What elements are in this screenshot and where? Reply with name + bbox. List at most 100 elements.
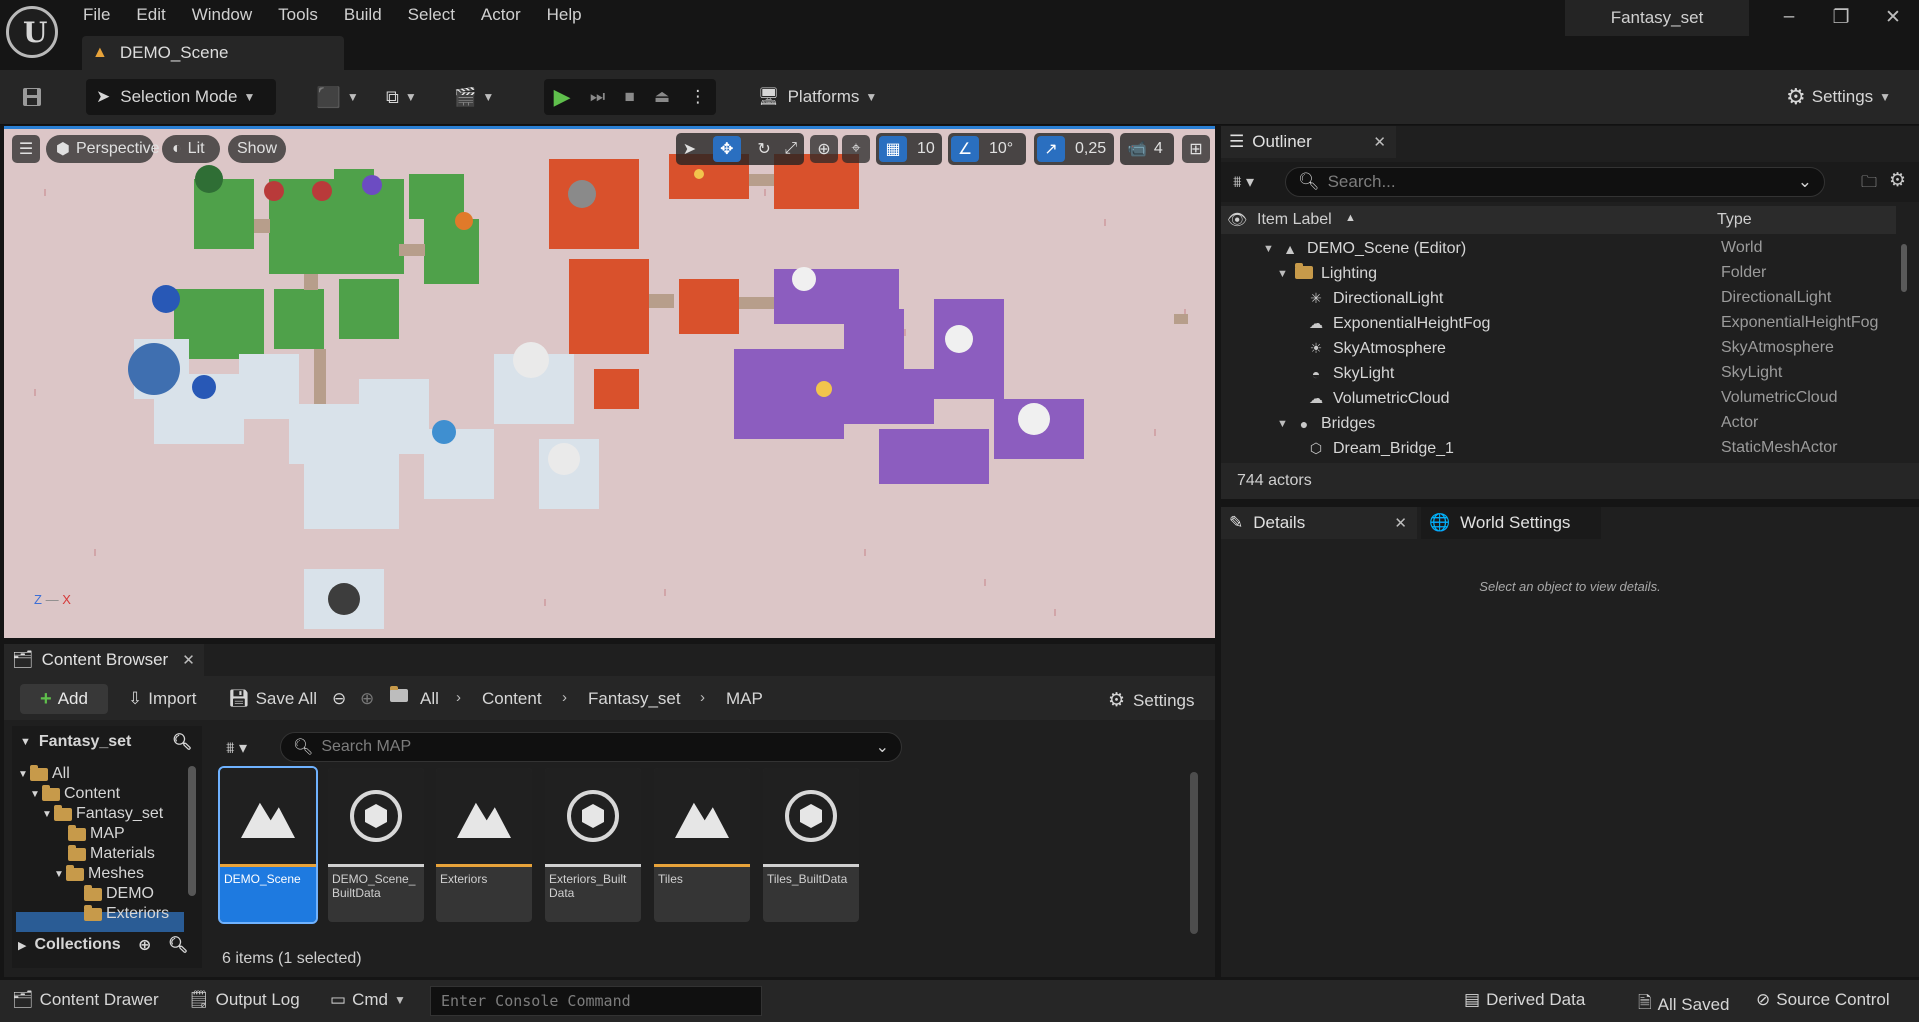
tree-row[interactable]: ☁ VolumetricCloud VolumetricCloud <box>1221 386 1896 411</box>
layout-icon[interactable]: ⊞ <box>1182 135 1210 163</box>
tree-row[interactable]: ⬡ Dream_Bridge_1 StaticMeshActor <box>1221 436 1896 461</box>
back-icon[interactable]: ⊖ <box>332 689 346 709</box>
scale-snap[interactable]: ↗ 0,25 <box>1034 133 1114 165</box>
world-settings-tab[interactable]: 🌐 World Settings <box>1421 507 1601 539</box>
platforms-button[interactable]: 🖥 Platforms ▼ <box>758 79 877 115</box>
close-icon[interactable]: ✕ <box>182 651 195 669</box>
close-icon[interactable]: ✕ <box>1394 514 1407 532</box>
blueprints-button[interactable]: ⧉ ▼ <box>386 79 417 115</box>
tree-header[interactable]: ▼ Fantasy_set 🔍︎ <box>12 726 202 758</box>
breadcrumb-fantasy-set[interactable]: Fantasy_set <box>588 689 681 709</box>
show-button[interactable]: Show <box>228 135 286 163</box>
tree-item-materials[interactable]: Materials <box>68 844 155 864</box>
content-browser-tab[interactable]: 🗂 Content Browser ✕ <box>4 644 204 676</box>
source-control-button[interactable]: ⊘ Source Control <box>1756 990 1890 1010</box>
asset-tile-tiles[interactable]: Tiles <box>654 768 750 922</box>
close-icon[interactable]: ✕ <box>1875 6 1911 29</box>
folder-icon[interactable] <box>390 686 412 702</box>
tree-row[interactable]: ✳ DirectionalLight DirectionalLight <box>1221 286 1896 311</box>
settings-button[interactable]: ⚙ Settings ▼ <box>1786 79 1891 115</box>
breadcrumb-all[interactable]: All <box>420 689 439 709</box>
viewport-menu-icon[interactable]: ☰ <box>12 135 40 163</box>
breadcrumb-content[interactable]: Content <box>482 689 542 709</box>
camera-speed[interactable]: 📹 4 <box>1120 133 1174 165</box>
outliner-scrollbar[interactable] <box>1901 244 1907 292</box>
select-icon[interactable]: ➤ <box>683 139 696 159</box>
stop-icon[interactable]: ■ <box>624 87 634 107</box>
rotate-icon[interactable]: ↻ <box>757 139 770 159</box>
eye-icon[interactable]: 👁 <box>1227 210 1247 230</box>
import-button[interactable]: ⇩ Import <box>128 689 196 709</box>
collections-header[interactable]: ▶ Collections ⊕ 🔍︎ <box>12 930 202 960</box>
level-viewport[interactable]: ☰ ⬢ Perspective ◐ Lit Show ➤ ✥ ↻ ⤢ ⊕ ⌖ ▦… <box>4 126 1215 638</box>
tree-item-content[interactable]: ▼ Content <box>30 784 120 804</box>
menu-actor[interactable]: Actor <box>468 0 534 30</box>
expand-icon[interactable]: ▼ <box>1277 418 1291 430</box>
tree-row[interactable]: ☀ SkyAtmosphere SkyAtmosphere <box>1221 336 1896 361</box>
add-button[interactable]: + Add <box>20 684 108 714</box>
menu-select[interactable]: Select <box>395 0 468 30</box>
asset-search-input[interactable]: 🔍︎ Search MAP ⌄ <box>280 732 902 762</box>
tree-row[interactable]: ▼ ▲ DEMO_Scene (Editor) World <box>1221 236 1896 261</box>
asset-tile-demo-scene-builtdata[interactable]: DEMO_Scene_ BuiltData <box>328 768 424 922</box>
menu-tools[interactable]: Tools <box>265 0 331 30</box>
cmd-dropdown[interactable]: ▭ Cmd ▼ <box>330 990 406 1010</box>
gear-icon[interactable]: ⚙ <box>1889 169 1906 192</box>
menu-edit[interactable]: Edit <box>123 0 178 30</box>
world-space-icon[interactable]: ⊕ <box>810 135 838 163</box>
filter-icon[interactable]: ⩩ ▾ <box>1233 172 1254 192</box>
surface-snap-icon[interactable]: ⌖ <box>842 135 870 163</box>
details-tab[interactable]: ✎ Details ✕ <box>1221 507 1417 539</box>
asset-tile-demo-scene[interactable]: DEMO_Scene <box>218 766 318 924</box>
item-label-header[interactable]: Item Label <box>1257 211 1332 229</box>
tree-row[interactable]: ▼ Lighting Folder <box>1221 261 1896 286</box>
tree-row[interactable]: ☁ ExponentialHeightFog ExponentialHeightF… <box>1221 311 1896 336</box>
asset-tile-tiles-builtdata[interactable]: Tiles_BuiltData <box>763 768 859 922</box>
tree-item-fantasy-set[interactable]: ▼ Fantasy_set <box>42 804 163 824</box>
tree-item-meshes[interactable]: ▼ Meshes <box>54 864 144 884</box>
tree-scrollbar[interactable] <box>188 766 196 896</box>
tree-row[interactable]: ▼ ● Bridges Actor <box>1221 411 1896 436</box>
asset-scrollbar[interactable] <box>1190 772 1198 934</box>
close-icon[interactable]: ✕ <box>1373 133 1386 151</box>
expand-icon[interactable]: ▼ <box>1263 243 1277 255</box>
more-options-icon[interactable]: ⋮ <box>689 87 706 107</box>
tree-item-all[interactable]: ▼ All <box>18 764 70 784</box>
perspective-button[interactable]: ⬢ Perspective <box>46 135 160 163</box>
save-icon[interactable] <box>18 79 46 115</box>
asset-tile-exteriors[interactable]: Exteriors <box>436 768 532 922</box>
lit-button[interactable]: ◐ Lit <box>162 135 220 163</box>
play-icon[interactable]: ▶ <box>554 84 571 110</box>
selection-mode-dropdown[interactable]: ➤ Selection Mode ▼ <box>86 79 276 115</box>
tree-row[interactable]: ◓ SkyLight SkyLight <box>1221 361 1896 386</box>
cinematics-button[interactable]: 🎬 ▼ <box>454 79 494 115</box>
translate-icon[interactable]: ✥ <box>712 136 741 162</box>
outliner-tab[interactable]: ☰ Outliner ✕ <box>1221 126 1396 158</box>
add-folder-icon[interactable]: 🗀 <box>1861 171 1877 198</box>
add-actor-button[interactable]: ⬛ ▼ <box>316 79 359 115</box>
outliner-search-input[interactable]: 🔍︎ Search... ⌄ <box>1285 167 1825 197</box>
minimize-icon[interactable]: – <box>1771 6 1807 28</box>
unreal-logo-icon[interactable]: U <box>6 6 58 58</box>
asset-tile-exteriors-builtdata[interactable]: Exteriors_Built Data <box>545 768 641 922</box>
search-icon[interactable]: 🔍︎ <box>172 732 192 752</box>
save-all-button[interactable]: 💾︎ Save All <box>228 689 317 709</box>
add-collection-icon[interactable]: ⊕ <box>138 935 151 955</box>
menu-window[interactable]: Window <box>179 0 265 30</box>
forward-icon[interactable]: ⊕ <box>360 689 374 709</box>
menu-help[interactable]: Help <box>534 0 595 30</box>
breadcrumb-map[interactable]: MAP <box>726 689 763 709</box>
console-command-input[interactable]: Enter Console Command <box>430 986 762 1016</box>
menu-build[interactable]: Build <box>331 0 395 30</box>
filter-icon[interactable]: ⩩ ▾ <box>226 738 247 758</box>
eject-icon[interactable]: ⏏ <box>654 87 670 107</box>
menu-file[interactable]: File <box>70 0 123 30</box>
all-saved-button[interactable]: 🗎 All Saved <box>1638 990 1730 1019</box>
search-icon[interactable]: 🔍︎ <box>168 935 188 955</box>
content-drawer-button[interactable]: 🗂 Content Drawer <box>12 990 159 1010</box>
cb-settings-button[interactable]: ⚙ Settings <box>1108 689 1194 712</box>
derived-data-button[interactable]: ▤ Derived Data <box>1464 990 1585 1010</box>
restore-icon[interactable]: ❐ <box>1823 6 1859 29</box>
scale-icon[interactable]: ⤢ <box>784 140 797 158</box>
document-tab[interactable]: ▲ DEMO_Scene <box>82 36 344 70</box>
